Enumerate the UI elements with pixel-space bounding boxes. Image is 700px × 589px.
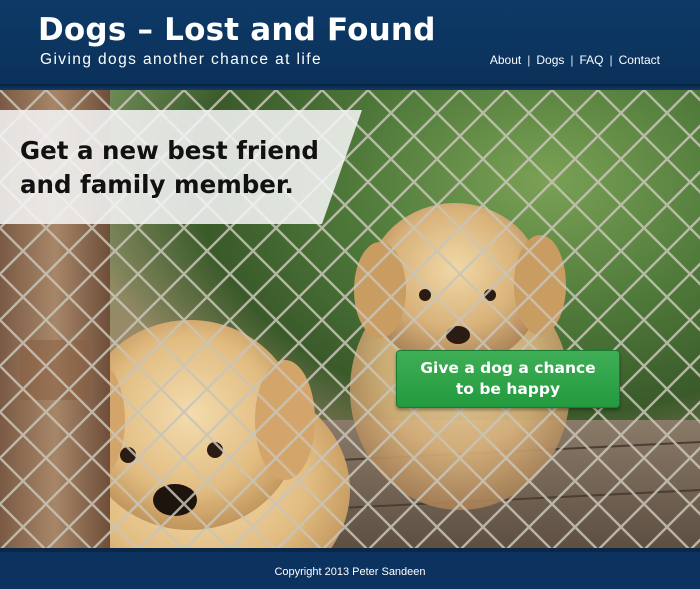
site-footer: Copyright 2013 Peter Sandeen bbox=[0, 548, 700, 589]
nav-link-about[interactable]: About bbox=[490, 53, 521, 67]
nav-link-contact[interactable]: Contact bbox=[619, 53, 660, 67]
nav-link-dogs[interactable]: Dogs bbox=[536, 53, 564, 67]
hero-headline-line2: and family member. bbox=[20, 170, 294, 199]
site-title[interactable]: Dogs – Lost and Found bbox=[38, 12, 436, 48]
hero-headline: Get a new best friend and family member. bbox=[20, 134, 340, 202]
nav-separator: | bbox=[609, 53, 613, 67]
give-dog-chance-button[interactable]: Give a dog a chance to be happy bbox=[396, 350, 620, 408]
nav-link-faq[interactable]: FAQ bbox=[580, 53, 604, 67]
cta-label-line2: to be happy bbox=[455, 380, 561, 398]
site-tagline: Giving dogs another chance at life bbox=[40, 51, 322, 68]
site-header: Dogs – Lost and Found Giving dogs anothe… bbox=[0, 0, 700, 84]
nav-separator: | bbox=[570, 53, 574, 67]
hero-headline-line1: Get a new best friend bbox=[20, 136, 319, 165]
main-nav: About | Dogs | FAQ | Contact bbox=[490, 53, 660, 67]
cta-label-line1: Give a dog a chance bbox=[420, 359, 596, 377]
copyright-text: Copyright 2013 Peter Sandeen bbox=[274, 566, 426, 578]
nav-separator: | bbox=[527, 53, 531, 67]
